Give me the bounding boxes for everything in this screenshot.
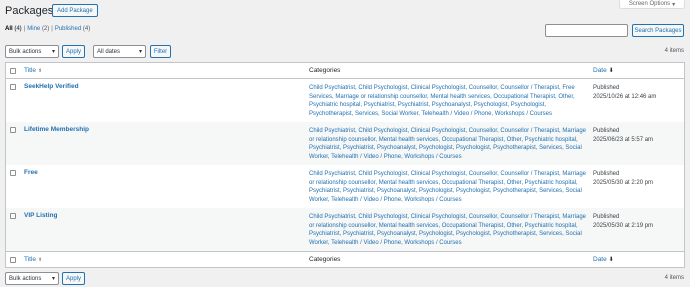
row-categories[interactable]: Child Psychiatrist, Child Psychologist, …	[309, 84, 589, 118]
title-column-label: Title	[24, 67, 37, 74]
bulk-actions-value: Bulk actions	[9, 48, 42, 55]
table-row: SeekHelp Verified Child Psychiatrist, Ch…	[6, 79, 684, 122]
table-footer: Title ⬍ Categories Date ⬇	[6, 251, 684, 267]
table-row: Lifetime Membership Child Psychiatrist, …	[6, 122, 684, 165]
select-all-checkbox-footer[interactable]	[10, 256, 16, 263]
table-header: Title ⬍ Categories Date ⬇	[6, 63, 684, 79]
items-count-bottom: 4 items	[664, 275, 684, 281]
view-separator: |	[23, 26, 26, 32]
chevron-down-icon: ▾	[672, 1, 676, 8]
screen-options-label: Screen Options	[628, 1, 671, 7]
apply-button[interactable]: Apply	[62, 45, 85, 58]
bulk-actions-value: Bulk actions	[9, 275, 42, 282]
dates-value: All dates	[97, 48, 121, 55]
chevron-down-icon: ▾	[51, 49, 55, 55]
row-title-link[interactable]: VIP Listing	[24, 212, 57, 219]
bulk-actions-select-bottom[interactable]: Bulk actions ▾	[5, 272, 59, 285]
row-status: Published	[593, 128, 620, 134]
row-title-link[interactable]: Free	[24, 169, 38, 176]
title-column-header[interactable]: Title ⬍	[24, 67, 42, 74]
sort-icon: ⬍	[38, 256, 43, 263]
add-package-button[interactable]: Add Package	[52, 4, 98, 17]
chevron-down-icon: ▾	[51, 276, 55, 282]
row-categories[interactable]: Child Psychiatrist, Child Psychologist, …	[309, 170, 589, 204]
row-title-link[interactable]: Lifetime Membership	[24, 126, 89, 133]
date-column-header[interactable]: Date ⬇	[593, 67, 614, 74]
row-datetime: 2025/05/30 at 2:20 pm	[593, 179, 654, 186]
select-all-checkbox[interactable]	[10, 67, 16, 74]
table-row: VIP Listing Child Psychiatrist, Child Ps…	[6, 208, 684, 251]
view-all-link[interactable]: All (4)	[5, 26, 22, 32]
row-title-link[interactable]: SeekHelp Verified	[24, 83, 79, 90]
view-published-link[interactable]: Published (4)	[55, 26, 90, 32]
bulk-actions-select[interactable]: Bulk actions ▾	[5, 45, 59, 58]
row-status: Published	[593, 85, 620, 91]
items-count: 4 items	[664, 48, 684, 54]
date-column-footer[interactable]: Date ⬇	[593, 256, 614, 263]
row-categories[interactable]: Child Psychiatrist, Child Psychologist, …	[309, 127, 589, 161]
categories-column-footer: Categories	[309, 256, 341, 263]
row-checkbox[interactable]	[10, 84, 16, 90]
filter-button[interactable]: Filter	[150, 45, 171, 58]
row-date: Published 2025/06/23 at 5:57 am	[593, 127, 653, 144]
row-status: Published	[593, 214, 620, 220]
date-column-label: Date	[593, 256, 607, 263]
row-date: Published 2025/10/26 at 12:46 am	[593, 84, 656, 101]
view-separator: |	[51, 26, 53, 32]
date-column-label: Date	[593, 67, 607, 74]
sort-down-icon: ⬇	[608, 68, 614, 74]
page-title: Packages	[5, 5, 54, 17]
row-checkbox[interactable]	[10, 213, 16, 219]
packages-table: Title ⬍ Categories Date ⬇ SeekHelp Verif…	[5, 62, 685, 268]
row-date: Published 2025/05/30 at 2:20 pm	[593, 170, 653, 187]
view-mine-link[interactable]: Mine (2)	[27, 26, 49, 32]
view-filters: All (4) | Mine (2) | Published (4)	[5, 26, 90, 32]
row-datetime: 2025/05/30 at 2:19 pm	[593, 222, 654, 229]
title-column-label: Title	[24, 256, 37, 263]
row-checkbox[interactable]	[10, 170, 16, 176]
table-row: Free Child Psychiatrist, Child Psycholog…	[6, 165, 684, 208]
row-status: Published	[593, 171, 620, 177]
search-packages-button[interactable]: Search Packages	[632, 24, 684, 37]
search-input[interactable]	[545, 24, 628, 37]
dates-select[interactable]: All dates ▾	[93, 45, 146, 58]
title-column-footer[interactable]: Title ⬍	[24, 256, 42, 263]
categories-column-header: Categories	[309, 67, 341, 74]
row-date: Published 2025/05/30 at 2:19 pm	[593, 213, 653, 230]
row-datetime: 2025/06/23 at 5:57 am	[593, 136, 654, 143]
screen-options-tab[interactable]: Screen Options ▾	[619, 0, 685, 9]
sort-down-icon: ⬇	[608, 257, 614, 263]
row-categories[interactable]: Child Psychiatrist, Child Psychologist, …	[309, 213, 589, 247]
row-datetime: 2025/10/26 at 12:46 am	[593, 93, 657, 100]
sort-icon: ⬍	[38, 67, 43, 74]
chevron-down-icon: ▾	[138, 49, 142, 55]
apply-button-bottom[interactable]: Apply	[62, 272, 85, 285]
row-checkbox[interactable]	[10, 127, 16, 133]
